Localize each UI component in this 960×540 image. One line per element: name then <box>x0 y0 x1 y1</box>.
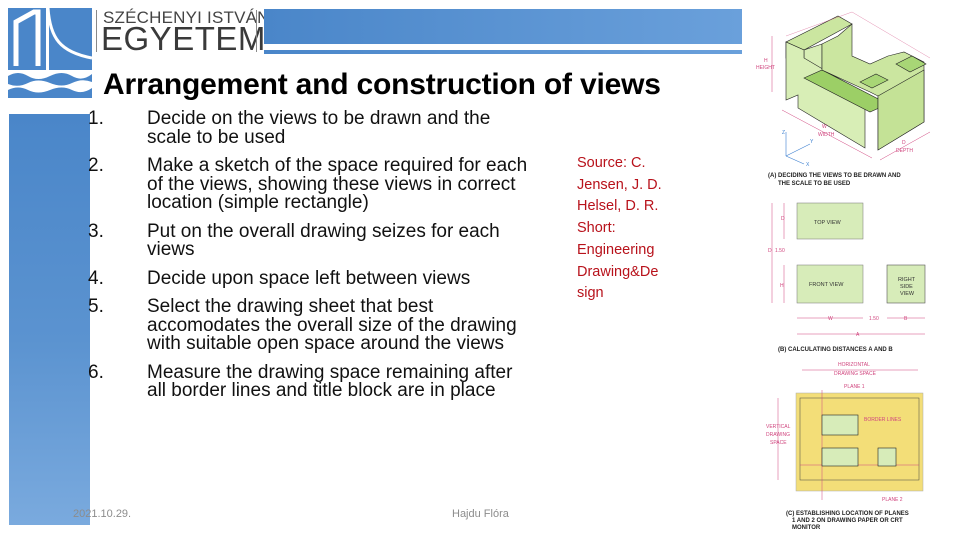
list-item: 1. Decide on the views to be drawn and th… <box>88 108 528 148</box>
plane2-label: PLANE 2 <box>882 497 903 503</box>
steps-list: 1. Decide on the views to be drawn and th… <box>88 108 528 411</box>
dim-w: W <box>822 124 827 130</box>
source-citation: Source: C. Jensen, J. D. Helsel, D. R. S… <box>577 153 677 305</box>
axis-x: X <box>806 162 810 168</box>
step-number: 4. <box>88 267 104 289</box>
logo-divider <box>96 10 97 52</box>
source-line: Drawing&De <box>577 263 659 280</box>
header-accent-line <box>264 50 742 54</box>
dim-depth-label: DEPTH <box>896 148 913 154</box>
dim-height-label: HEIGHT <box>756 65 775 71</box>
technical-drawing-figure: H HEIGHT W WIDTH D DEPTH Z Y X (A) DECID… <box>756 11 931 531</box>
caption-a-line1: (A) DECIDING THE VIEWS TO BE DRAWN AND <box>768 173 901 179</box>
right-view-label-3: VIEW <box>900 291 915 297</box>
university-logo-icon <box>8 8 92 98</box>
step-text: Decide upon space left between views <box>147 267 471 289</box>
step-number: 5. <box>88 296 104 317</box>
list-item: 6. Measure the drawing space remaining af… <box>88 361 528 401</box>
side-accent-bar <box>9 114 90 525</box>
footer-author: Hajdu Flóra <box>452 508 509 520</box>
axis-y: Y <box>810 139 814 145</box>
footer-date: 2021.10.29. <box>73 508 132 520</box>
list-item: 5. Select the drawing sheet that best acc… <box>88 296 528 354</box>
step-number: 2. <box>88 155 104 176</box>
dim-b-gap2: 1.50 <box>869 316 879 322</box>
right-view-label-1: RIGHT <box>898 277 916 283</box>
source-line: Short: <box>577 220 616 237</box>
logo-text-line2: EGYETEM <box>101 20 266 57</box>
dim-b-a: A <box>856 332 860 338</box>
dim-b-b: B <box>904 316 908 322</box>
dim-b-w: W <box>828 316 833 322</box>
isometric-block-drawing: H HEIGHT W WIDTH D DEPTH Z Y X (A) DECID… <box>756 11 931 187</box>
slide-title: Arrangement and construction of views <box>103 68 661 101</box>
dim-b-h: H <box>780 283 784 289</box>
axis-z: Z <box>782 130 785 136</box>
caption-c-line3: MONITOR <box>792 525 821 531</box>
caption-c-line2: 1 AND 2 ON DRAWING PAPER OR CRT <box>792 518 903 524</box>
caption-b: (B) CALCULATING DISTANCES A AND B <box>778 347 893 353</box>
axes-icon: Z Y X <box>782 130 814 168</box>
vertical-label-3: SPACE <box>770 440 787 446</box>
drawing-sheet-diagram: HORIZONTAL DRAWING SPACE PLANE 1 BORDER … <box>766 362 924 531</box>
source-line: sign <box>577 285 604 302</box>
vertical-label-1: VERTICAL <box>766 424 791 430</box>
dim-b-d: D <box>768 248 772 254</box>
caption-a-line2: THE SCALE TO BE USED <box>778 181 851 187</box>
right-view-label-2: SIDE <box>900 284 913 290</box>
dim-d: D <box>902 140 906 146</box>
source-line: Jensen, J. D. <box>577 176 662 193</box>
list-item: 3. Put on the overall drawing seizes for … <box>88 220 528 260</box>
step-text: Make a sketch of the space required for … <box>147 155 528 213</box>
horizontal-label-2: DRAWING SPACE <box>834 371 877 377</box>
dim-b-gap1: 1.50 <box>775 248 785 254</box>
dim-h: H <box>764 58 768 64</box>
step-text: Measure the drawing space remaining afte… <box>147 361 513 401</box>
logo-divider-right <box>256 10 257 52</box>
step-text: Put on the overall drawing seizes for ea… <box>147 220 500 260</box>
list-item: 4. Decide upon space left between views <box>88 267 528 289</box>
step-number: 1. <box>88 108 104 129</box>
dim-b-depth: D <box>781 216 785 222</box>
step-number: 6. <box>88 361 104 383</box>
step-text: Select the drawing sheet that best accom… <box>147 296 517 354</box>
plane1-label: PLANE 1 <box>844 384 865 390</box>
dim-width-label: WIDTH <box>818 132 835 138</box>
step-number: 3. <box>88 220 104 242</box>
source-line: Engineering <box>577 241 655 258</box>
header-accent-bar <box>264 9 742 44</box>
step-text: Decide on the views to be drawn and the … <box>147 108 491 148</box>
source-line: Helsel, D. R. <box>577 198 659 215</box>
caption-c-line1: (C) ESTABLISHING LOCATION OF PLANES <box>786 511 909 517</box>
border-lines-label: BORDER LINES <box>864 417 902 423</box>
front-view-label: FRONT VIEW <box>809 282 844 288</box>
list-item: 2. Make a sketch of the space required fo… <box>88 155 528 213</box>
horizontal-label-1: HORIZONTAL <box>838 362 870 368</box>
top-view-label: TOP VIEW <box>814 220 842 226</box>
source-line: Source: C. <box>577 155 646 171</box>
view-layout-drawing: TOP VIEW FRONT VIEW RIGHT SIDE VIEW D 1.… <box>768 202 926 353</box>
